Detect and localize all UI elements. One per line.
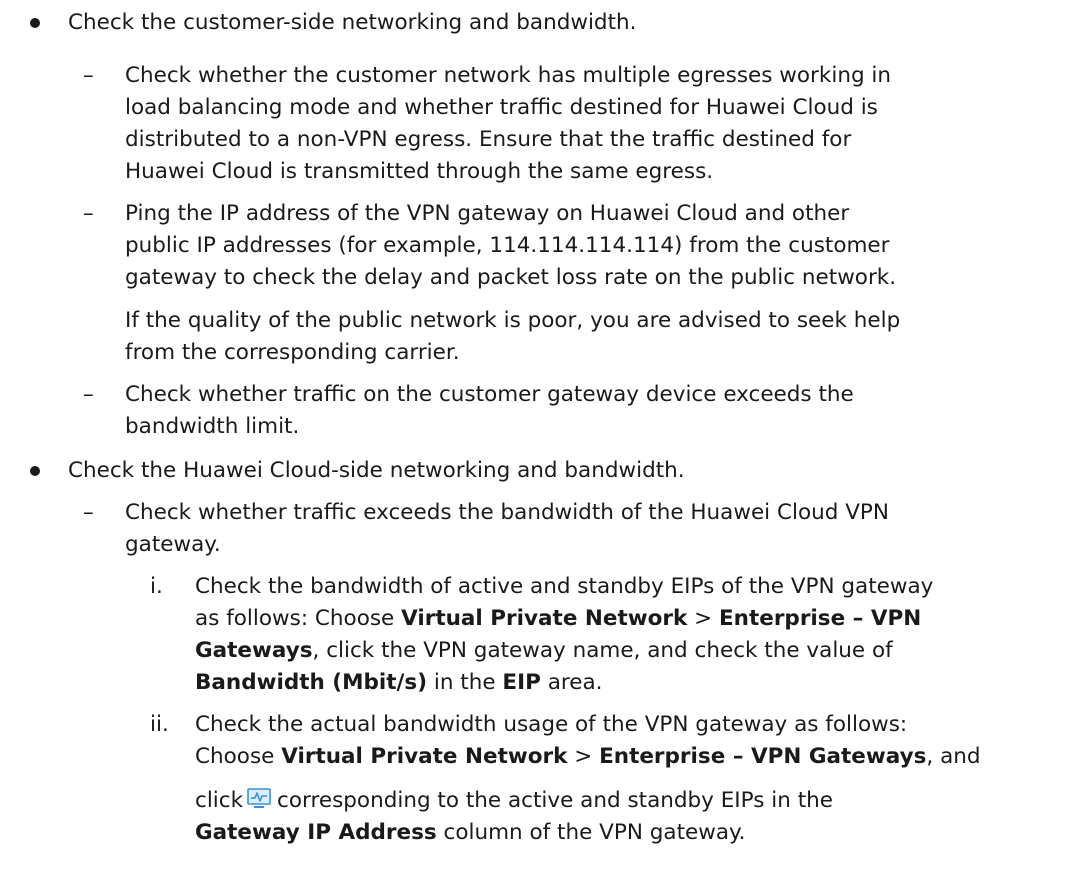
paragraph-line: gateway to check the delay and packet lo… (125, 265, 897, 290)
step-text: area. (540, 670, 603, 695)
list-item-heading: Check the Huawei Cloud-side networking a… (68, 458, 685, 483)
step-marker: i. (150, 574, 163, 599)
step-line: Gateways, click the VPN gateway name, an… (195, 635, 893, 667)
step-line: Check the actual bandwidth usage of the … (195, 709, 907, 741)
dash-marker: – (83, 63, 94, 88)
paragraph-line: bandwidth limit. (125, 414, 300, 439)
paragraph-line: public IP addresses (for example, 114.11… (125, 233, 890, 258)
paragraph-line: Check whether traffic on the customer ga… (125, 382, 854, 407)
dash-marker: – (83, 500, 94, 525)
monitoring-chart-icon (247, 788, 271, 810)
step-text: column of the VPN gateway. (436, 820, 746, 845)
step-marker: ii. (150, 712, 169, 737)
field-bandwidth: Bandwidth (Mbit/s) (195, 670, 428, 695)
menu-path-virtual-private-network: Virtual Private Network (281, 744, 568, 769)
step-text: , click the VPN gateway name, and check … (312, 638, 893, 663)
step-line: as follows: Choose Virtual Private Netwo… (195, 603, 921, 635)
column-gateway-ip-address: Gateway IP Address (195, 820, 437, 845)
menu-path-virtual-private-network: Virtual Private Network (401, 606, 688, 631)
step-text: as follows: Choose (195, 606, 402, 631)
step-text: Check the actual bandwidth usage of the … (195, 712, 908, 737)
menu-path-enterprise-vpn: Enterprise – VPN (718, 606, 922, 631)
paragraph-line: gateway. (125, 532, 221, 557)
menu-path-gateways: Gateways (195, 638, 313, 663)
step-text: Choose (195, 744, 282, 769)
dash-marker: – (83, 382, 94, 407)
note-line: If the quality of the public network is … (125, 308, 901, 333)
paragraph-line: Check whether traffic exceeds the bandwi… (125, 500, 889, 525)
step-text: , and (926, 744, 981, 769)
step-text: Check the bandwidth of active and standb… (195, 574, 934, 599)
step-text: in the (427, 670, 503, 695)
document-page: Check the customer-side networking and b… (0, 0, 1082, 891)
path-separator: > (687, 606, 719, 631)
note-line: from the corresponding carrier. (125, 340, 460, 365)
bullet-marker (30, 466, 40, 476)
step-line: Check the bandwidth of active and standb… (195, 571, 933, 603)
menu-path-enterprise-vpn-gateways: Enterprise – VPN Gateways (599, 744, 927, 769)
paragraph-line: Huawei Cloud is transmitted through the … (125, 159, 714, 184)
paragraph-line: load balancing mode and whether traffic … (125, 95, 878, 120)
area-eip: EIP (502, 670, 541, 695)
paragraph-line: Check whether the customer network has m… (125, 63, 892, 88)
list-item-heading: Check the customer-side networking and b… (68, 10, 637, 35)
dash-marker: – (83, 201, 94, 226)
path-separator: > (567, 744, 600, 769)
paragraph-line: distributed to a non-VPN egress. Ensure … (125, 127, 852, 152)
step-text: click (195, 788, 244, 813)
step-line: Bandwidth (Mbit/s) in the EIP area. (195, 667, 603, 699)
step-text: corresponding to the active and standby … (277, 788, 833, 813)
paragraph-line: Ping the IP address of the VPN gateway o… (125, 201, 850, 226)
step-line: Choose Virtual Private Network > Enterpr… (195, 741, 981, 773)
step-line: Gateway IP Address column of the VPN gat… (195, 817, 745, 849)
step-line: click corresponding to the active and sta… (195, 785, 833, 817)
bullet-marker (30, 18, 40, 28)
